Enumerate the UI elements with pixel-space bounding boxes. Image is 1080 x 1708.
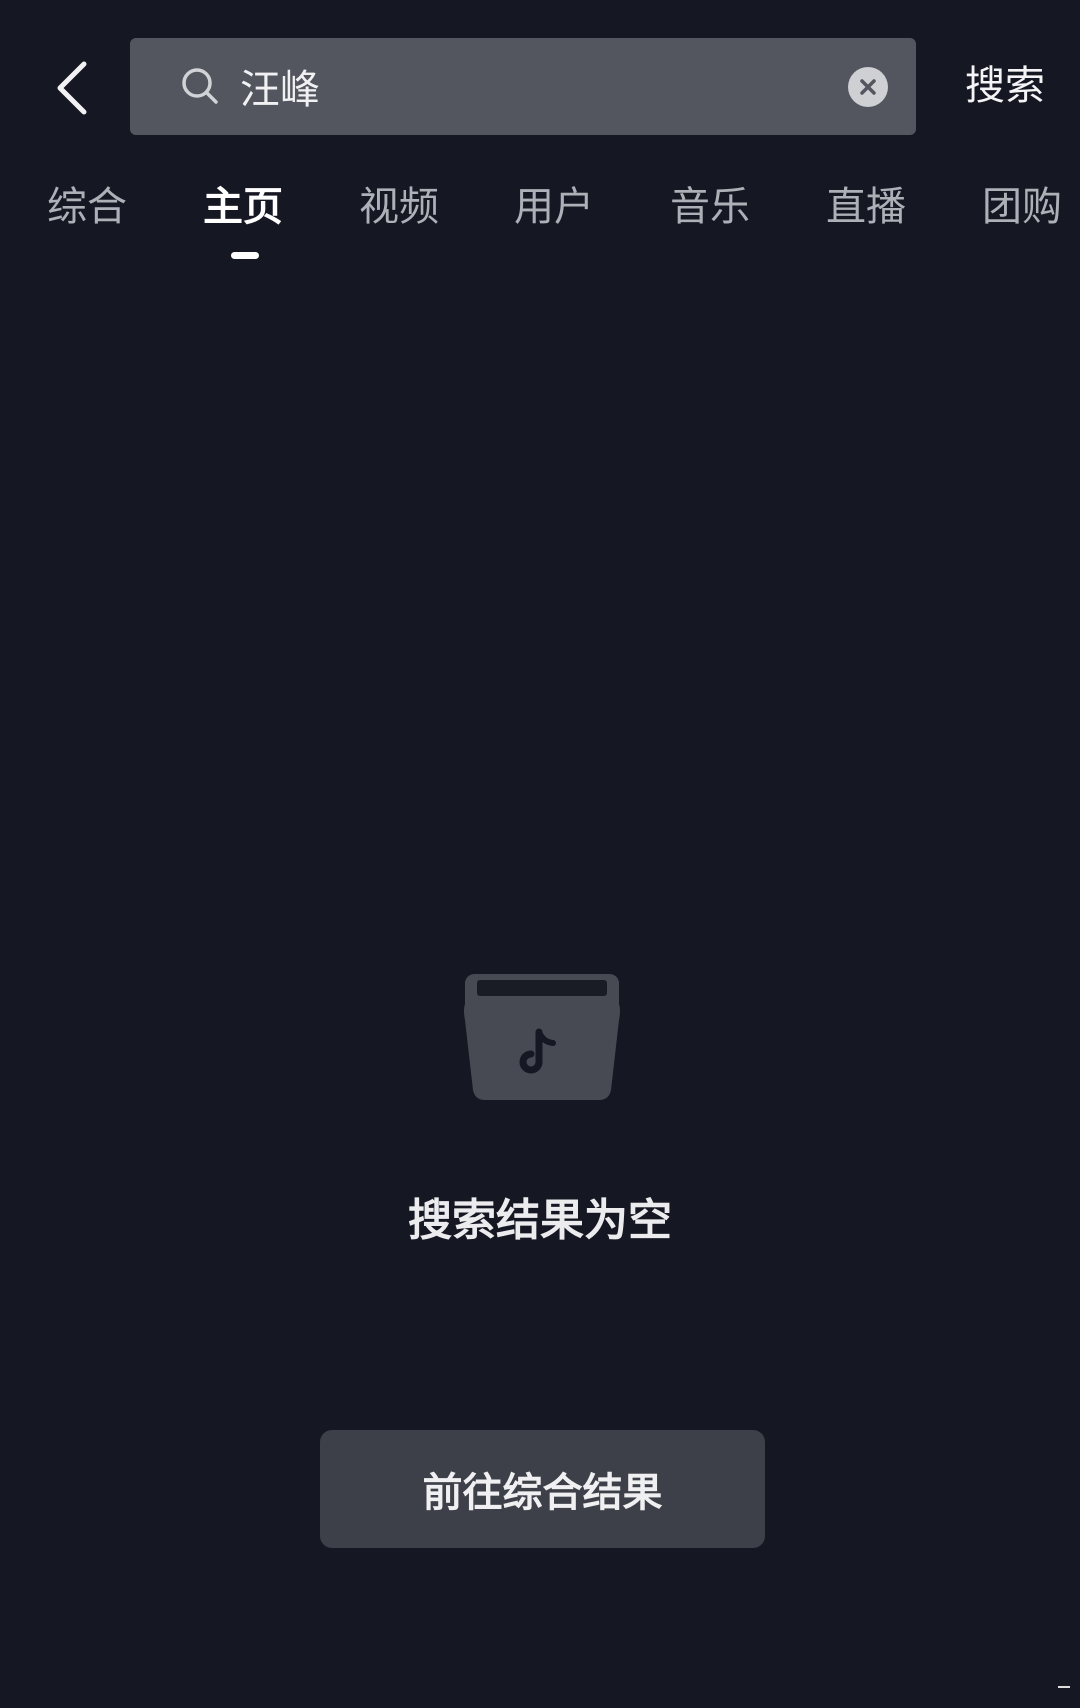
- search-icon: [182, 68, 218, 104]
- chevron-left-icon: [57, 61, 87, 115]
- search-button[interactable]: 搜索: [950, 56, 1060, 116]
- category-tabs: 综合 主页 视频 用户 音乐 直播 团购: [0, 172, 1080, 262]
- tab-live[interactable]: 直播: [826, 172, 906, 242]
- clear-search-button[interactable]: [848, 67, 888, 107]
- go-to-comprehensive-button[interactable]: 前往综合结果: [320, 1430, 765, 1548]
- tab-music[interactable]: 音乐: [670, 172, 750, 242]
- close-icon: [860, 79, 876, 95]
- empty-box-icon: [464, 974, 620, 1100]
- corner-mark: [1058, 1686, 1070, 1688]
- tab-users[interactable]: 用户: [514, 172, 594, 242]
- tab-group-buy[interactable]: 团购: [982, 172, 1062, 242]
- tab-homepage[interactable]: 主页: [203, 172, 283, 242]
- back-button[interactable]: [40, 52, 104, 124]
- active-tab-indicator: [231, 252, 259, 259]
- search-input[interactable]: [240, 54, 800, 118]
- search-box[interactable]: [130, 38, 916, 135]
- empty-result-message: 搜索结果为空: [408, 1195, 672, 1246]
- tab-video[interactable]: 视频: [359, 172, 439, 242]
- tab-comprehensive[interactable]: 综合: [47, 172, 127, 242]
- top-bar: 搜索: [0, 0, 1080, 150]
